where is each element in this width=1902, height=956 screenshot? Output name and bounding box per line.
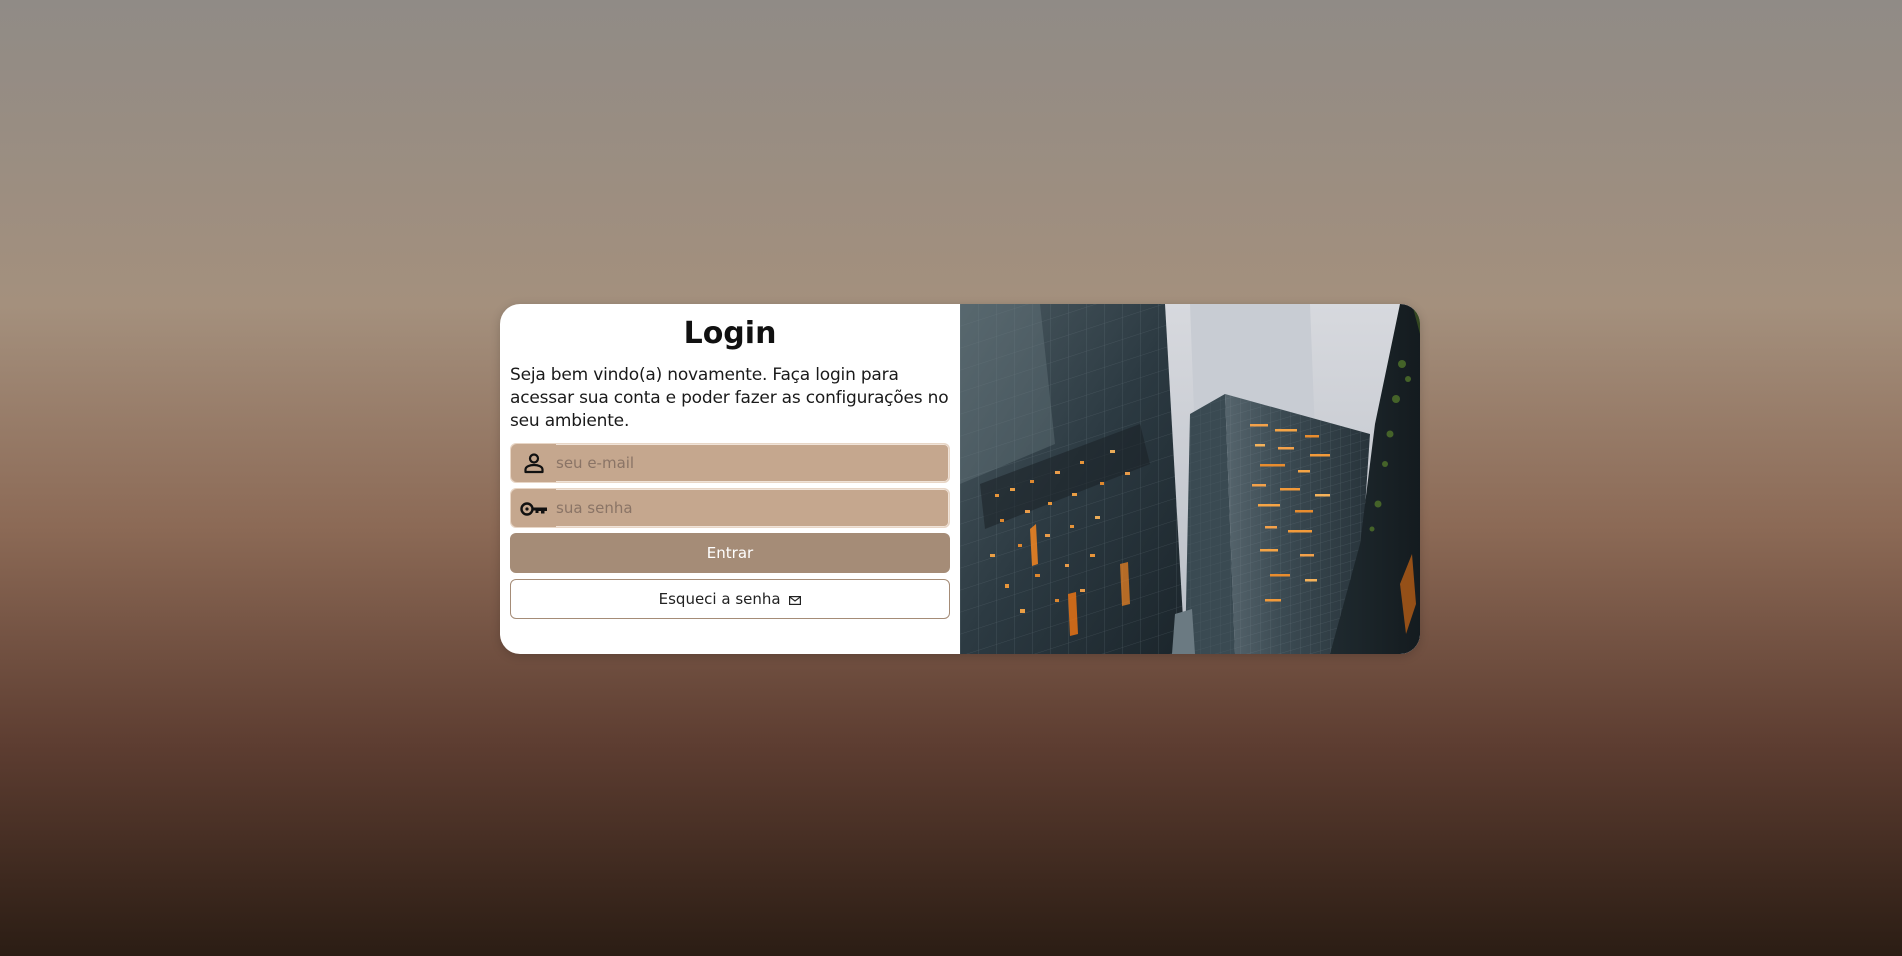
city-buildings-image — [960, 304, 1420, 654]
page-title: Login — [683, 316, 777, 351]
login-card: Login Seja bem vindo(a) novamente. Faça … — [500, 304, 1420, 654]
forgot-password-button[interactable]: Esqueci a senha — [510, 579, 950, 619]
user-icon — [511, 444, 556, 482]
login-button[interactable]: Entrar — [510, 533, 950, 573]
password-field-group — [510, 488, 950, 528]
buildings-illustration — [960, 304, 1420, 654]
welcome-text: Seja bem vindo(a) novamente. Faça login … — [510, 365, 949, 431]
key-icon — [511, 489, 556, 527]
password-field[interactable] — [556, 489, 944, 527]
email-field-group — [510, 443, 950, 483]
forgot-password-label: Esqueci a senha — [658, 589, 781, 608]
mail-icon — [789, 592, 802, 608]
login-form: Login Seja bem vindo(a) novamente. Faça … — [500, 304, 960, 654]
email-field[interactable] — [556, 444, 944, 482]
